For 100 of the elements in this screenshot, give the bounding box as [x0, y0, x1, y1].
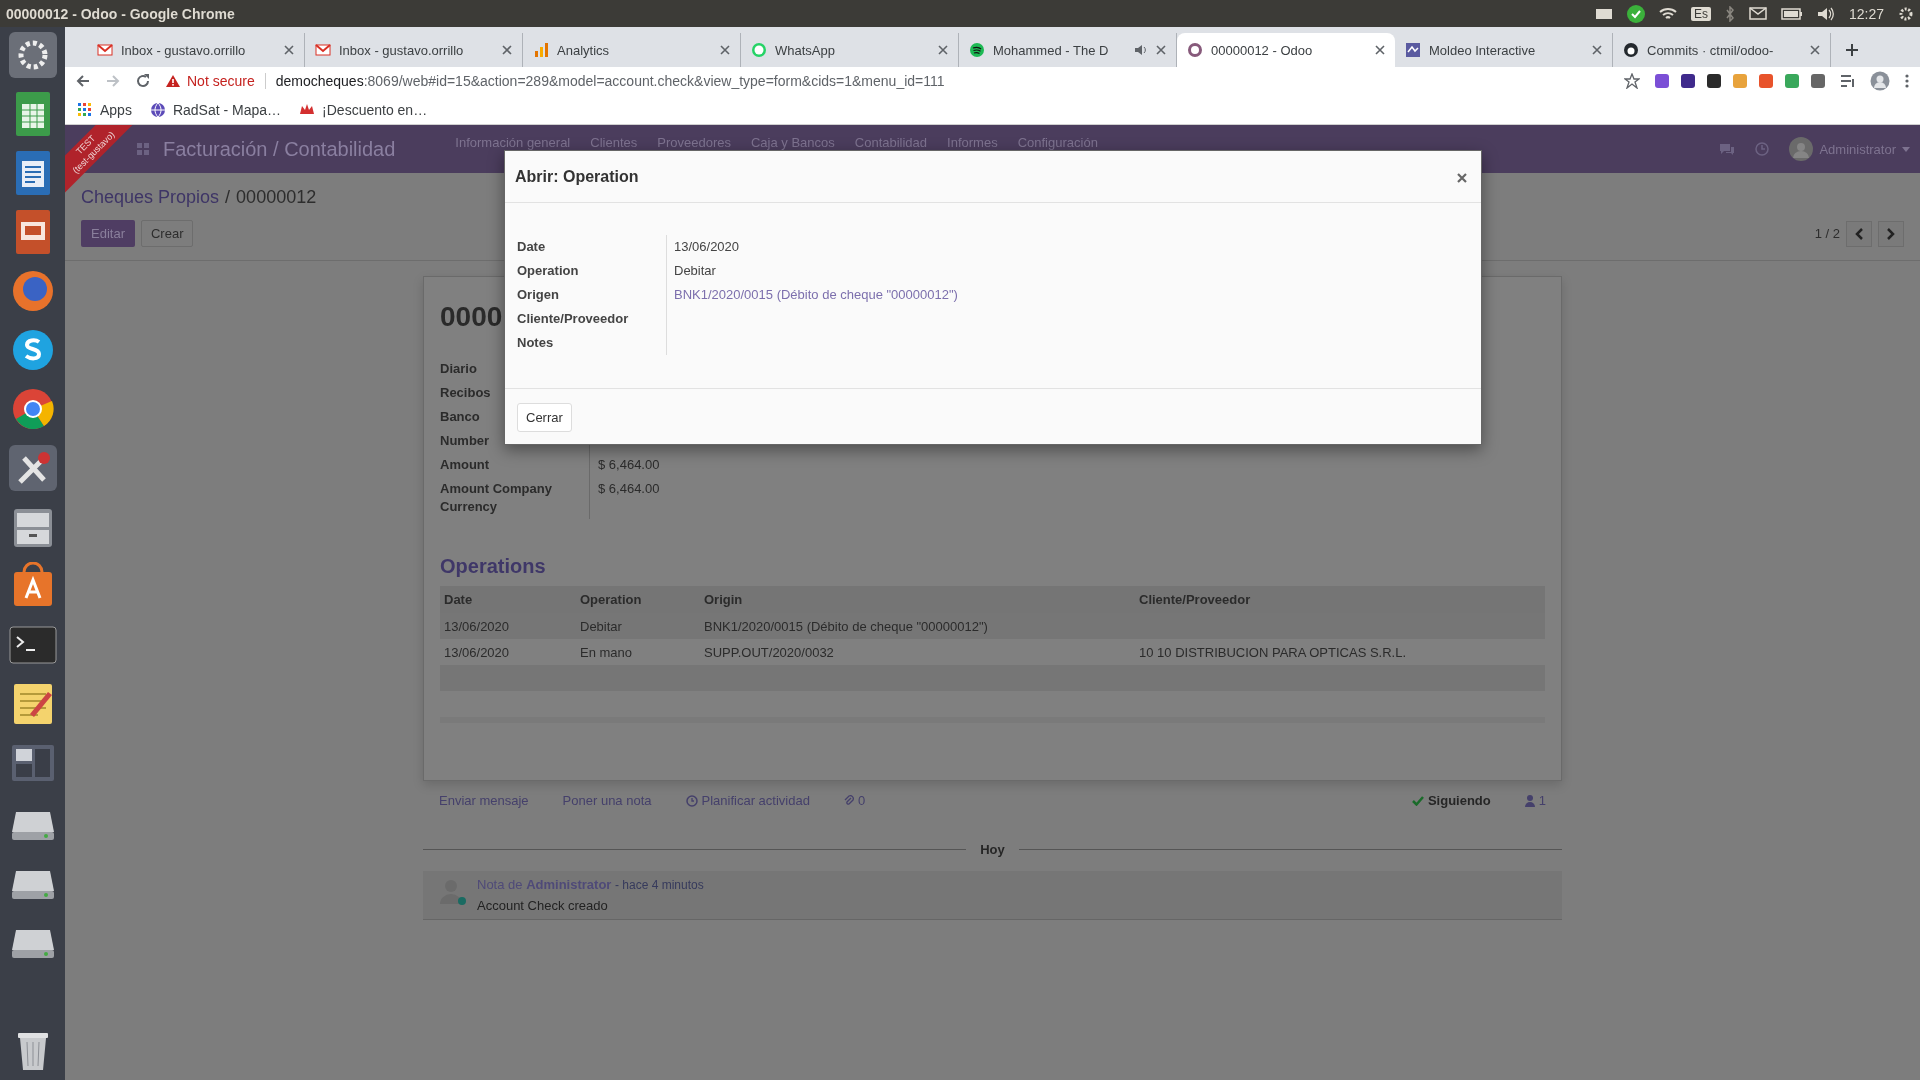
column-header[interactable]: Operation	[576, 586, 700, 613]
field-label: Date	[517, 235, 667, 259]
tab-title: 00000012 - Odoo	[1211, 42, 1314, 58]
speaker-icon[interactable]	[1134, 44, 1148, 56]
table-cell: 10 10 DISTRIBUCION PARA OPTICAS S.R.L.	[1135, 639, 1545, 665]
clock-time[interactable]: 12:27	[1848, 5, 1884, 22]
bookmark[interactable]: Apps	[100, 101, 132, 118]
edit-button[interactable]: Editar	[81, 220, 135, 247]
close-icon[interactable]	[1810, 45, 1820, 55]
chatter-action[interactable]: Poner una nota	[562, 793, 652, 808]
tab-title: Commits · ctmil/odoo-	[1647, 42, 1775, 58]
table-cell: En mano	[576, 639, 700, 665]
close-icon[interactable]	[1592, 45, 1602, 55]
browser-tab[interactable]: 00000012 - Odoo	[1177, 33, 1395, 67]
chevron-left-icon	[1855, 227, 1863, 240]
extension-icon[interactable]	[1680, 73, 1696, 89]
security-label[interactable]: Not secure	[187, 73, 255, 89]
field-value: $ 6,464.00	[597, 480, 661, 498]
chatter-action[interactable]: Planificar actividad	[685, 793, 810, 808]
pager-counter: 1 / 2	[1814, 226, 1840, 241]
create-button[interactable]: Crear	[140, 220, 194, 247]
followers-count[interactable]: 1	[1524, 793, 1546, 808]
check-icon	[1411, 795, 1424, 806]
message-body: Account Check creado	[477, 898, 609, 913]
chatter-action[interactable]: Enviar mensaje	[439, 793, 529, 808]
chevron-right-icon	[1887, 227, 1895, 240]
globe-icon	[149, 101, 166, 118]
breadcrumb-item: 00000012	[236, 187, 317, 208]
bluetooth-icon[interactable]	[1724, 5, 1735, 22]
field-label: Origen	[517, 283, 667, 307]
settings-icon[interactable]	[1898, 5, 1914, 22]
grid-icon	[77, 101, 93, 118]
extension-icon[interactable]	[1706, 73, 1722, 89]
address-field[interactable]: democheques:8069/web#id=15&action=289&model=account.check&view_type=form&cids=1&menu_id=111	[275, 73, 945, 89]
paperclip-icon	[843, 794, 854, 807]
avatar-icon[interactable]	[1870, 71, 1890, 91]
close-icon[interactable]	[502, 45, 512, 55]
previous-button[interactable]	[1846, 220, 1872, 247]
clock-icon	[685, 794, 698, 807]
warning-icon	[165, 74, 181, 88]
table-cell: 13/06/2020	[440, 613, 576, 639]
field-value: Debitar	[673, 262, 717, 280]
column-header[interactable]: Origin	[700, 586, 1135, 613]
column-header[interactable]: Date	[440, 586, 576, 613]
attachment-count[interactable]: 0	[843, 793, 866, 808]
tab-title: WhatsApp	[775, 42, 836, 58]
reload-icon[interactable]	[135, 73, 151, 89]
origin-link[interactable]: BNK1/2020/0015 (Débito de cheque "00000012")	[667, 283, 1217, 307]
person-icon	[1524, 794, 1535, 807]
person-avatar-icon	[437, 877, 467, 907]
list-icon[interactable]	[1840, 73, 1856, 89]
mail-icon	[97, 42, 113, 58]
close-icon[interactable]	[938, 45, 948, 55]
avatar-icon[interactable]	[1789, 137, 1814, 161]
circle-icon	[1623, 42, 1639, 58]
new-tab-icon[interactable]	[1845, 43, 1859, 57]
field-label: Amount Company Currency	[440, 477, 590, 519]
table-cell: Debitar	[576, 613, 700, 639]
circle-icon	[969, 42, 985, 58]
battery-icon[interactable]	[1780, 7, 1803, 20]
ring-icon	[1187, 42, 1203, 58]
mail-icon	[315, 42, 331, 58]
date-separator: Hoy	[980, 842, 1005, 857]
field-label: Amount	[440, 453, 590, 477]
keyboard-layout[interactable]: Es	[1690, 6, 1711, 21]
square-icon	[1405, 42, 1421, 58]
field-label: Operation	[517, 259, 667, 283]
bookmark[interactable]: ¡Descuento en…	[322, 101, 428, 118]
field-label: Notes	[517, 331, 667, 355]
close-icon[interactable]	[284, 45, 294, 55]
section-title: Operations	[440, 555, 547, 578]
star-icon[interactable]	[1624, 73, 1640, 89]
close-button[interactable]: Cerrar	[517, 403, 572, 432]
chat-bubble-icon	[751, 42, 767, 58]
close-icon[interactable]	[1156, 45, 1166, 55]
bookmark[interactable]: RadSat - Mapa…	[172, 101, 282, 118]
menu-icon[interactable]	[1904, 73, 1910, 89]
next-button[interactable]	[1878, 220, 1904, 247]
bar-chart-icon	[533, 42, 549, 58]
follow-toggle[interactable]: Siguiendo	[1411, 793, 1491, 808]
field-value: $ 6,464.00	[597, 456, 661, 474]
breadcrumb-item[interactable]: Cheques Propios	[81, 187, 220, 208]
settings-icon[interactable]	[7, 31, 58, 79]
volume-icon[interactable]	[1816, 6, 1835, 21]
tab-title: Mohammed - The D	[993, 42, 1110, 58]
close-icon	[1457, 173, 1467, 183]
close-icon[interactable]	[720, 45, 730, 55]
display-icon[interactable]	[1594, 6, 1613, 21]
wifi-icon[interactable]	[1658, 6, 1677, 21]
check-icon[interactable]	[1626, 4, 1645, 23]
back-icon[interactable]	[75, 73, 91, 89]
tab-title: Inbox - gustavo.orrillo	[339, 42, 465, 58]
close-icon[interactable]	[1375, 45, 1385, 55]
table-cell: BNK1/2020/0015 (Débito de cheque "00000012")	[700, 613, 1135, 639]
dialog-title: Abrir: Operation	[515, 167, 640, 186]
envelope-icon[interactable]	[1748, 7, 1767, 20]
column-header[interactable]: Cliente/Proveedor	[1135, 586, 1545, 613]
field-value: 13/06/2020	[673, 238, 741, 256]
breadcrumb-separator: /	[225, 187, 231, 208]
tools-icon[interactable]	[7, 444, 58, 492]
